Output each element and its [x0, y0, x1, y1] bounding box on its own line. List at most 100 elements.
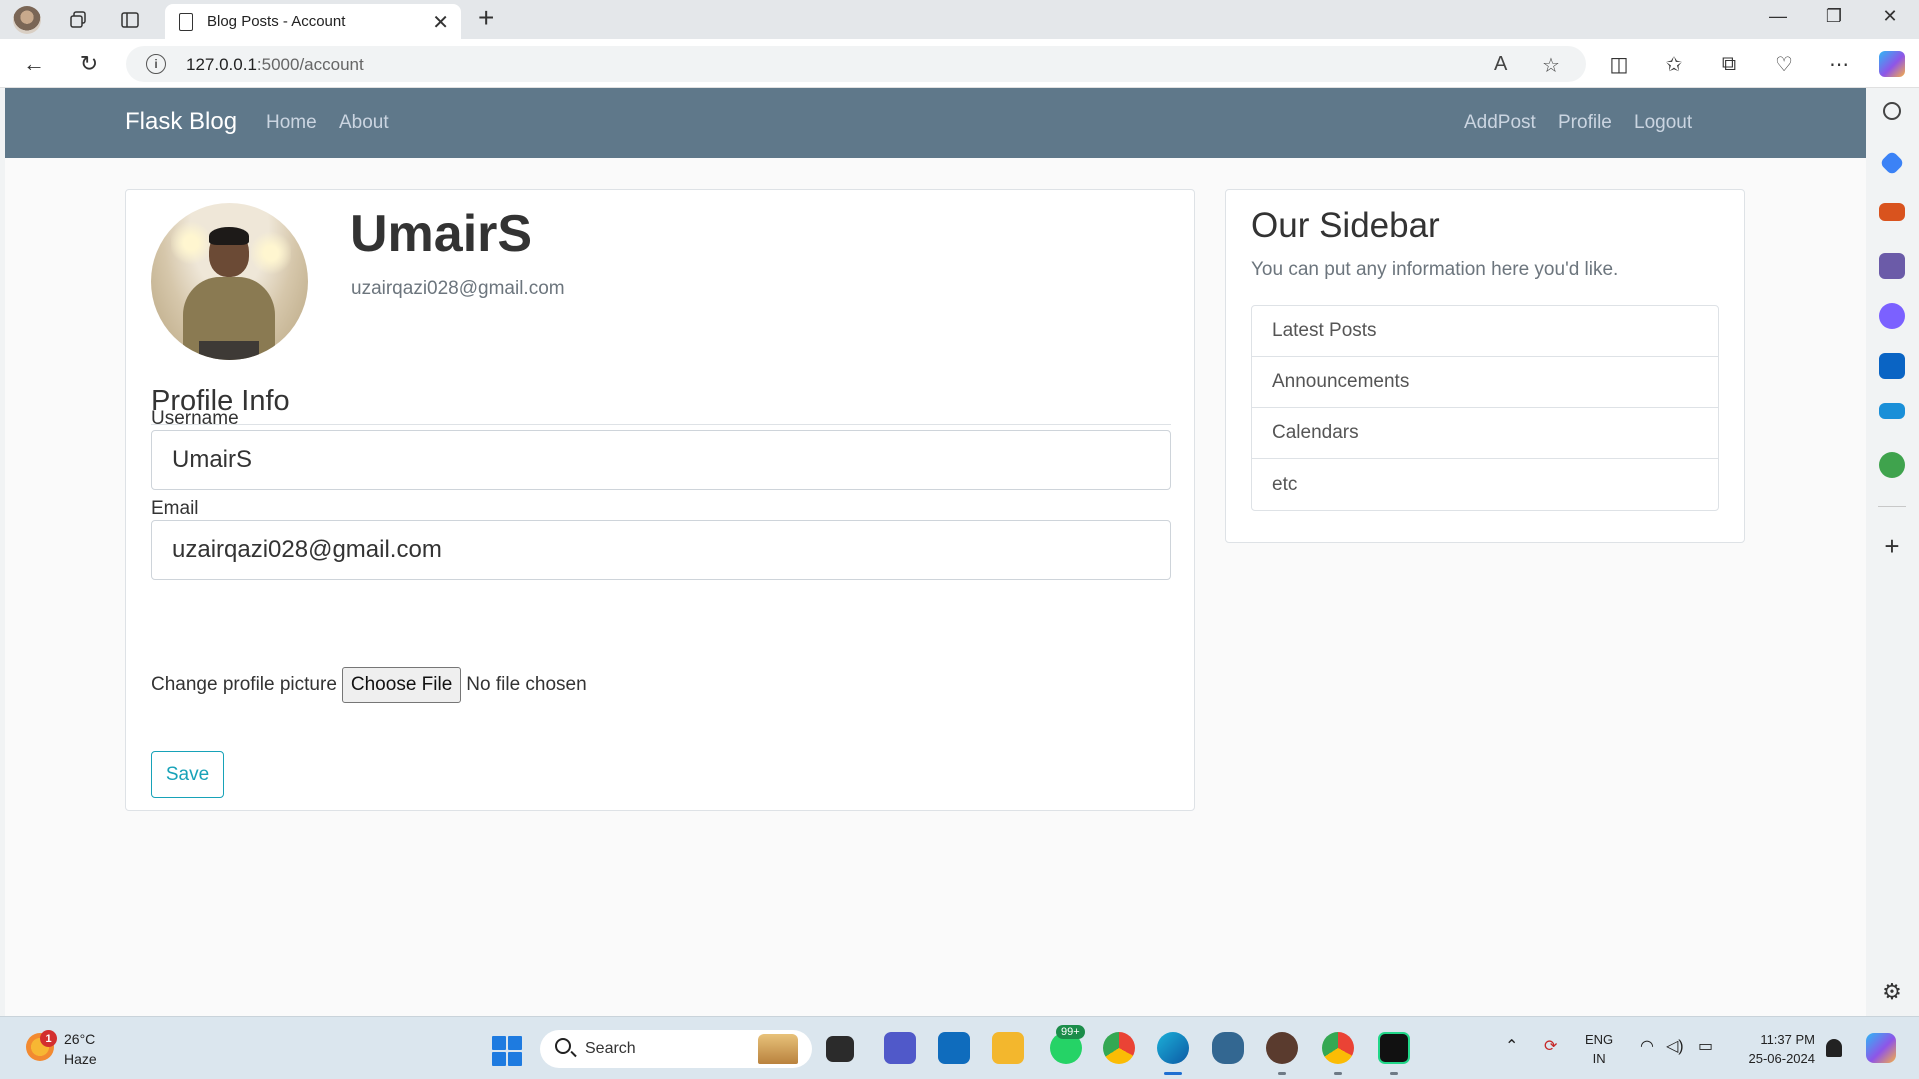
- pycharm-icon[interactable]: [1378, 1032, 1410, 1064]
- choose-file-button[interactable]: Choose File: [341, 667, 462, 703]
- sidebar-card: Our Sidebar You can put any information …: [1225, 189, 1745, 543]
- nav-about[interactable]: About: [339, 112, 389, 134]
- weather-condition[interactable]: Haze: [64, 1051, 97, 1067]
- form-legend: Profile Info: [151, 385, 1171, 425]
- windows-taskbar: 1 26°C Haze Search 99+ ⌃ ⟳ ENG IN ◠ ◁) ▭…: [0, 1016, 1919, 1079]
- email-label: Email: [151, 498, 199, 519]
- system-clock[interactable]: 11:37 PM 25-06-2024: [1735, 1030, 1816, 1068]
- address-bar[interactable]: i 127.0.0.1:5000/account A ☆: [126, 46, 1586, 82]
- running-indicator: [1278, 1072, 1286, 1075]
- more-options-icon[interactable]: ⋯: [1824, 49, 1854, 79]
- sidebar-title: Our Sidebar: [1251, 206, 1440, 245]
- file-status: No file chosen: [466, 674, 587, 695]
- postgresql-icon[interactable]: [1212, 1032, 1244, 1064]
- sidebar-item-announcements[interactable]: Announcements: [1252, 357, 1718, 408]
- outlook-icon[interactable]: [1879, 353, 1905, 379]
- profile-avatar: [151, 203, 308, 360]
- nav-profile[interactable]: Profile: [1558, 112, 1612, 134]
- username-field[interactable]: UmairS: [151, 430, 1171, 490]
- task-view-icon[interactable]: [826, 1036, 854, 1062]
- close-tab-icon[interactable]: ✕: [432, 10, 449, 35]
- nav-home[interactable]: Home: [266, 112, 317, 134]
- back-arrow-icon[interactable]: ←: [19, 49, 49, 79]
- sidebar-list: Latest Posts Announcements Calendars etc: [1251, 305, 1719, 511]
- window-close-icon[interactable]: ✕: [1870, 6, 1910, 27]
- brand-link[interactable]: Flask Blog: [125, 108, 237, 136]
- tree-icon[interactable]: [1879, 452, 1905, 478]
- show-hidden-icons-chevron[interactable]: ⌃: [1505, 1036, 1518, 1056]
- weather-temperature[interactable]: 26°C: [64, 1031, 95, 1047]
- file-explorer-icon[interactable]: [992, 1032, 1024, 1064]
- language-indicator[interactable]: ENG IN: [1585, 1030, 1613, 1068]
- chrome-profile-icon[interactable]: [1322, 1032, 1354, 1064]
- url-text[interactable]: 127.0.0.1:5000/account: [186, 55, 364, 75]
- minimize-icon[interactable]: —: [1758, 6, 1798, 27]
- new-tab-icon[interactable]: +: [478, 2, 494, 34]
- copilot-taskbar-icon[interactable]: [1866, 1033, 1896, 1063]
- sidebar-item-latest-posts[interactable]: Latest Posts: [1252, 306, 1718, 357]
- chrome-icon[interactable]: [1103, 1032, 1135, 1064]
- browser-essentials-icon[interactable]: ♡: [1769, 49, 1799, 79]
- site-info-icon[interactable]: i: [146, 54, 166, 74]
- wifi-icon[interactable]: ◠: [1640, 1036, 1654, 1056]
- page-icon: [179, 12, 193, 31]
- taskbar-search[interactable]: Search: [540, 1030, 812, 1068]
- browser-profile-avatar[interactable]: [13, 6, 41, 34]
- email-field[interactable]: uzairqazi028@gmail.com: [151, 520, 1171, 580]
- workspaces-icon[interactable]: [64, 6, 92, 34]
- browser-tab-active[interactable]: Blog Posts - Account ✕: [165, 4, 461, 39]
- page-viewport: Flask Blog Home About AddPost Profile Lo…: [5, 88, 1866, 1016]
- teams-icon[interactable]: [884, 1032, 916, 1064]
- windows-start-icon[interactable]: [492, 1036, 522, 1066]
- collections-icon[interactable]: ⧉: [1714, 49, 1744, 79]
- battery-icon[interactable]: ▭: [1698, 1036, 1713, 1056]
- account-card: UmairS uzairqazi028@gmail.com Profile In…: [125, 189, 1195, 811]
- sidebar-item-calendars[interactable]: Calendars: [1252, 408, 1718, 459]
- add-icon[interactable]: +: [1879, 533, 1905, 559]
- split-screen-icon[interactable]: ◫: [1604, 49, 1634, 79]
- sidebar-item-etc[interactable]: etc: [1252, 459, 1718, 510]
- copilot-icon[interactable]: [1879, 51, 1905, 77]
- favorite-star-icon[interactable]: ☆: [1542, 53, 1560, 78]
- edge-active-indicator: [1164, 1072, 1182, 1075]
- tab-title: Blog Posts - Account: [207, 13, 346, 30]
- nav-addpost[interactable]: AddPost: [1464, 112, 1536, 134]
- sync-icon[interactable]: ⟳: [1544, 1036, 1557, 1056]
- whatsapp-badge: 99+: [1056, 1025, 1085, 1039]
- search-icon: [555, 1038, 571, 1054]
- edge-icon[interactable]: [1157, 1032, 1189, 1064]
- games-icon[interactable]: [1879, 253, 1905, 279]
- browser-tab-bar: Blog Posts - Account ✕ + — ❐ ✕: [0, 0, 1919, 39]
- notification-bell-icon[interactable]: [1826, 1039, 1842, 1057]
- volume-icon[interactable]: ◁): [1666, 1036, 1684, 1056]
- sidebar-subtitle: You can put any information here you'd l…: [1251, 259, 1619, 280]
- settings-gear-icon[interactable]: ⚙: [1879, 979, 1905, 1005]
- clock-date: 25-06-2024: [1748, 1051, 1816, 1066]
- tools-icon[interactable]: [1879, 203, 1905, 221]
- weather-badge: 1: [40, 1030, 57, 1047]
- account-email: uzairqazi028@gmail.com: [351, 278, 565, 299]
- refresh-icon[interactable]: ↻: [74, 49, 104, 79]
- profile-picture-row: Change profile picture Choose File No fi…: [151, 667, 587, 703]
- drop-send-icon[interactable]: [1879, 403, 1905, 419]
- running-indicator: [1390, 1072, 1398, 1075]
- shopping-tag-icon[interactable]: [1879, 150, 1905, 176]
- vertical-tabs-icon[interactable]: [116, 6, 144, 34]
- username-label: Username: [151, 408, 239, 429]
- read-aloud-icon[interactable]: A: [1494, 53, 1507, 76]
- nav-logout[interactable]: Logout: [1634, 112, 1692, 134]
- mail-icon[interactable]: [938, 1032, 970, 1064]
- app-emblem-icon[interactable]: [1266, 1032, 1298, 1064]
- search-icon[interactable]: [1883, 102, 1901, 120]
- clock-time: 11:37 PM: [1760, 1032, 1815, 1047]
- restore-icon[interactable]: ❐: [1814, 6, 1854, 27]
- running-indicator: [1334, 1072, 1342, 1075]
- microsoft-365-icon[interactable]: [1879, 303, 1905, 329]
- favorites-icon[interactable]: ✩: [1659, 49, 1689, 79]
- account-username: UmairS: [350, 205, 533, 263]
- search-highlight-icon: [758, 1034, 798, 1064]
- language-code: ENG: [1585, 1032, 1614, 1047]
- save-button[interactable]: Save: [151, 751, 224, 798]
- edge-sidebar: + ⚙: [1866, 51, 1919, 1016]
- picture-label: Change profile picture: [151, 674, 337, 695]
